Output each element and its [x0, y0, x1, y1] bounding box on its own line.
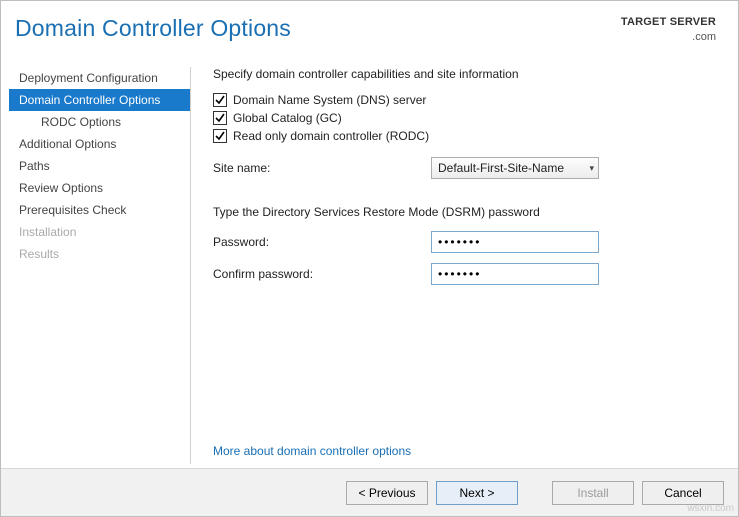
site-label: Site name:	[213, 161, 431, 175]
target-server-block: TARGET SERVER .com	[621, 15, 716, 45]
more-about-link[interactable]: More about domain controller options	[213, 444, 411, 458]
check-icon[interactable]	[213, 111, 227, 125]
check-dns-label: Domain Name System (DNS) server	[233, 93, 426, 107]
password-row: Password:	[213, 231, 718, 253]
previous-button[interactable]: < Previous	[346, 481, 428, 505]
check-icon[interactable]	[213, 129, 227, 143]
sidebar: Deployment Configuration Domain Controll…	[9, 67, 191, 464]
check-rodc-row[interactable]: Read only domain controller (RODC)	[213, 129, 718, 143]
check-rodc-label: Read only domain controller (RODC)	[233, 129, 429, 143]
site-row: Site name: Default-First-Site-Name ▾	[213, 157, 718, 179]
password-label: Password:	[213, 235, 431, 249]
wizard-window: Domain Controller Options TARGET SERVER …	[0, 0, 739, 517]
header: Domain Controller Options TARGET SERVER …	[1, 1, 738, 49]
chevron-down-icon: ▾	[589, 163, 594, 174]
site-select[interactable]: Default-First-Site-Name ▾	[431, 157, 599, 179]
sidebar-item-installation: Installation	[9, 221, 190, 243]
dsrm-text: Type the Directory Services Restore Mode…	[213, 205, 718, 219]
target-server-value: .com	[621, 30, 716, 45]
sidebar-item-review-options[interactable]: Review Options	[9, 177, 190, 199]
check-gc-row[interactable]: Global Catalog (GC)	[213, 111, 718, 125]
body: Deployment Configuration Domain Controll…	[1, 49, 738, 468]
content-pane: Specify domain controller capabilities a…	[191, 67, 730, 464]
sidebar-item-prerequisites-check[interactable]: Prerequisites Check	[9, 199, 190, 221]
password-input[interactable]	[431, 231, 599, 253]
cancel-button[interactable]: Cancel	[642, 481, 724, 505]
page-title: Domain Controller Options	[15, 15, 291, 42]
check-icon[interactable]	[213, 93, 227, 107]
capabilities-text: Specify domain controller capabilities a…	[213, 67, 718, 81]
sidebar-item-results: Results	[9, 243, 190, 265]
check-dns-row[interactable]: Domain Name System (DNS) server	[213, 93, 718, 107]
check-gc-label: Global Catalog (GC)	[233, 111, 342, 125]
target-server-label: TARGET SERVER	[621, 15, 716, 30]
next-button[interactable]: Next >	[436, 481, 518, 505]
install-button: Install	[552, 481, 634, 505]
sidebar-item-domain-controller-options[interactable]: Domain Controller Options	[9, 89, 190, 111]
sidebar-item-additional-options[interactable]: Additional Options	[9, 133, 190, 155]
sidebar-item-rodc-options[interactable]: RODC Options	[9, 111, 190, 133]
confirm-password-input[interactable]	[431, 263, 599, 285]
sidebar-item-deployment-configuration[interactable]: Deployment Configuration	[9, 67, 190, 89]
site-select-value: Default-First-Site-Name	[438, 161, 564, 175]
footer: < Previous Next > Install Cancel	[1, 468, 738, 516]
sidebar-item-paths[interactable]: Paths	[9, 155, 190, 177]
confirm-password-row: Confirm password:	[213, 263, 718, 285]
confirm-password-label: Confirm password:	[213, 267, 431, 281]
